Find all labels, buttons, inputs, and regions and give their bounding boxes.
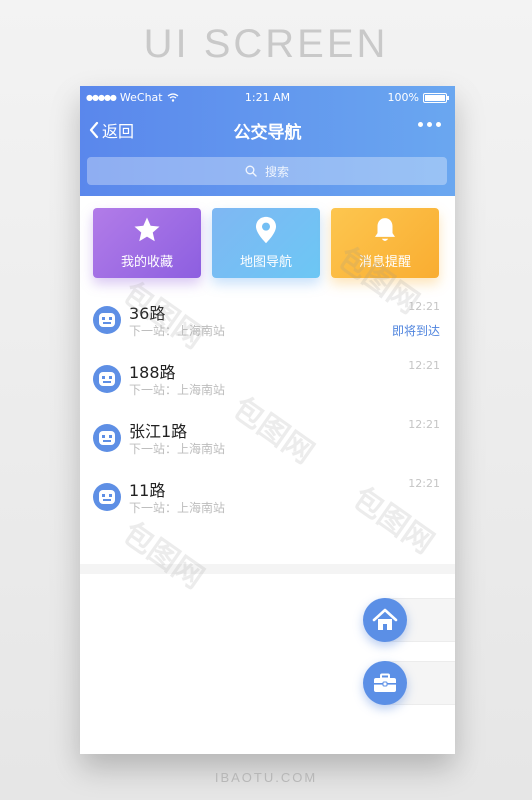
footer-credit: IBAOTU.COM [214, 770, 318, 785]
home-icon [372, 608, 398, 630]
route-time: 12:21 [408, 300, 440, 313]
route-item[interactable]: 188路 下一站：上海南站 12:21 [80, 357, 455, 415]
route-time: 12:21 [408, 477, 440, 490]
battery-icon [423, 92, 449, 103]
home-button[interactable] [363, 598, 407, 642]
star-icon [134, 217, 160, 242]
bell-icon [375, 218, 395, 241]
route-item[interactable]: 张江1路 下一站：上海南站 12:21 [80, 416, 455, 474]
route-time: 12:21 [408, 418, 440, 431]
bus-face-icon [93, 424, 121, 452]
route-next-stop: 下一站：上海南站 [129, 324, 226, 338]
header: ●●●●● WeChat 1:21 AM 100% 返回 公交导航 搜索 [80, 86, 455, 196]
route-next-stop: 下一站：上海南站 [129, 501, 226, 515]
battery-fill [425, 94, 445, 101]
route-name: 36路 [129, 304, 166, 323]
bus-face-icon [93, 483, 121, 511]
message-reminder-label: 消息提醒 [358, 255, 411, 270]
map-navigation-button[interactable]: 地图导航 [212, 208, 320, 278]
battery-label: 100% [387, 91, 419, 104]
route-next-stop: 下一站：上海南站 [129, 383, 226, 397]
search-icon [245, 165, 257, 177]
message-reminder-button[interactable]: 消息提醒 [331, 208, 439, 278]
more-dot-icon [418, 122, 423, 127]
bus-face-icon [93, 306, 121, 334]
more-dot-icon [436, 122, 441, 127]
more-dot-icon [427, 122, 432, 127]
page-heading: UI SCREEN [143, 22, 389, 66]
route-time: 12:21 [408, 359, 440, 372]
status-right: 100% [387, 91, 449, 104]
briefcase-button[interactable] [363, 661, 407, 705]
favorites-button[interactable]: 我的收藏 [93, 208, 201, 278]
route-status: 即将到达 [391, 324, 440, 338]
route-item[interactable]: 11路 下一站：上海南站 12:21 [80, 475, 455, 533]
phone-screen: ●●●●● WeChat 1:21 AM 100% 返回 公交导航 搜索 我的收… [80, 86, 455, 754]
more-button[interactable] [418, 122, 441, 127]
map-pin-icon [256, 216, 276, 244]
nav-bar: 返回 公交导航 [80, 114, 455, 144]
bus-face-icon [93, 365, 121, 393]
search-placeholder: 搜索 [264, 164, 289, 179]
search-input[interactable]: 搜索 [87, 157, 447, 185]
route-item[interactable]: 36路 下一站：上海南站 12:21 即将到达 [80, 298, 455, 356]
status-bar: ●●●●● WeChat 1:21 AM 100% [80, 86, 455, 108]
section-divider [80, 564, 455, 574]
route-name: 188路 [129, 363, 176, 382]
favorites-label: 我的收藏 [120, 255, 173, 270]
map-navigation-label: 地图导航 [239, 255, 292, 270]
briefcase-icon [374, 673, 396, 692]
route-name: 11路 [129, 481, 166, 500]
quick-actions: 我的收藏 地图导航 消息提醒 [93, 208, 441, 278]
route-next-stop: 下一站：上海南站 [129, 442, 226, 456]
page-title: 公交导航 [233, 123, 302, 143]
route-name: 张江1路 [129, 422, 188, 441]
